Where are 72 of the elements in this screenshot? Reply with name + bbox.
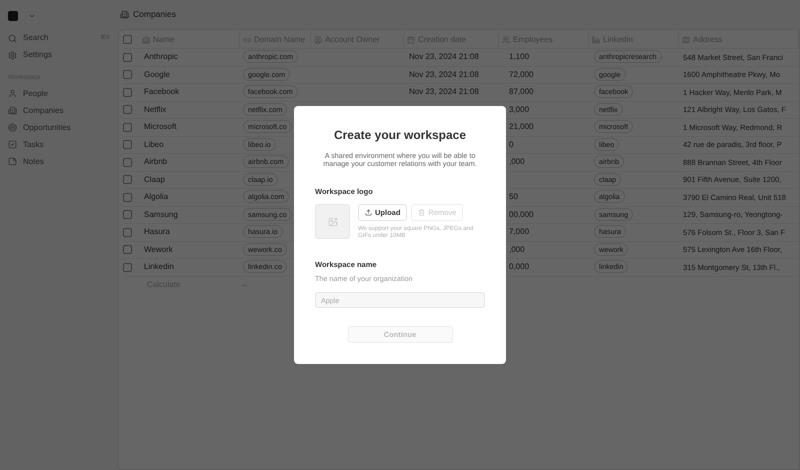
checkbox-icon <box>8 140 17 150</box>
checkbox[interactable] <box>123 140 132 150</box>
employee-count: 50 <box>509 192 518 202</box>
settings-icon <box>8 50 17 60</box>
checkbox[interactable] <box>123 158 132 167</box>
employee-count: 87,000 <box>509 87 534 96</box>
chevron-down-icon[interactable] <box>28 12 36 20</box>
user-circle-icon <box>314 36 322 44</box>
checkbox[interactable] <box>123 192 132 202</box>
building-icon <box>142 36 150 44</box>
employee-count: ,000 <box>509 157 525 166</box>
checkbox[interactable] <box>123 35 132 44</box>
users-icon <box>502 36 510 44</box>
creation-date: Nov 23, 2024 21:08 <box>409 87 479 96</box>
employee-count: 0,000 <box>509 262 530 272</box>
page-title: Companies <box>133 8 176 21</box>
sidebar-item[interactable]: Companies <box>2 102 116 119</box>
sidebar-item[interactable]: Notes <box>2 154 116 170</box>
checkbox[interactable] <box>123 52 132 62</box>
linkedin-icon <box>592 36 600 44</box>
calendar-icon <box>407 36 415 44</box>
dialog-title: Create your workspace <box>332 126 468 144</box>
company-name: Libeo <box>144 140 164 149</box>
checkbox[interactable] <box>123 122 132 132</box>
workspace-logo-icon[interactable] <box>8 11 18 21</box>
company-name: Netflix <box>144 104 166 114</box>
target-icon <box>8 123 17 132</box>
sidebar-item[interactable]: Opportunities <box>2 120 116 136</box>
trash-icon <box>418 209 426 216</box>
building-icon <box>8 106 17 116</box>
checkbox[interactable] <box>123 228 132 237</box>
company-name: Wework <box>144 244 173 254</box>
employee-count: 0 <box>509 140 514 149</box>
company-name: Facebook <box>144 87 180 96</box>
logo-placeholder[interactable] <box>315 204 350 240</box>
employee-count: 1,100 <box>509 52 530 62</box>
checkbox[interactable] <box>123 175 132 184</box>
employee-count: 00,000 <box>509 210 534 219</box>
employee-count: 7,000 <box>509 227 530 236</box>
company-name: Hasura <box>144 227 170 236</box>
employee-count: 72,000 <box>509 70 534 79</box>
sidebar-item[interactable]: Settings <box>2 47 116 63</box>
note-icon <box>8 157 17 166</box>
checkbox[interactable] <box>123 88 132 97</box>
company-name: Samsung <box>144 210 178 219</box>
sidebar-item[interactable]: Tasks <box>2 136 116 153</box>
checkbox[interactable] <box>123 70 132 80</box>
company-name: Google <box>144 70 170 79</box>
creation-date: Nov 23, 2024 21:08 <box>409 52 479 62</box>
company-name: Algolia <box>144 192 168 202</box>
checkbox[interactable] <box>123 105 132 114</box>
company-name: Linkedin <box>144 262 174 272</box>
employee-count: 21,000 <box>509 122 534 132</box>
company-name: Claap <box>144 174 165 184</box>
person-icon <box>8 89 17 98</box>
search-icon <box>8 34 17 42</box>
company-name: Airbnb <box>144 157 168 166</box>
creation-date: Nov 23, 2024 21:08 <box>409 70 479 79</box>
checkbox[interactable] <box>123 262 132 272</box>
checkbox[interactable] <box>123 210 132 220</box>
company-name: Anthropic <box>144 52 178 62</box>
sidebar-item[interactable]: People <box>2 86 116 102</box>
company-name: Microsoft <box>144 122 176 132</box>
building-icon <box>120 10 129 19</box>
link-icon <box>243 36 251 44</box>
map-icon <box>682 36 690 44</box>
chevron-down-icon[interactable] <box>241 282 248 288</box>
checkbox[interactable] <box>123 245 132 254</box>
employee-count: ,000 <box>509 244 525 254</box>
employee-count: 3,000 <box>509 104 530 114</box>
upload-icon <box>365 209 372 216</box>
image-icon <box>328 216 338 227</box>
